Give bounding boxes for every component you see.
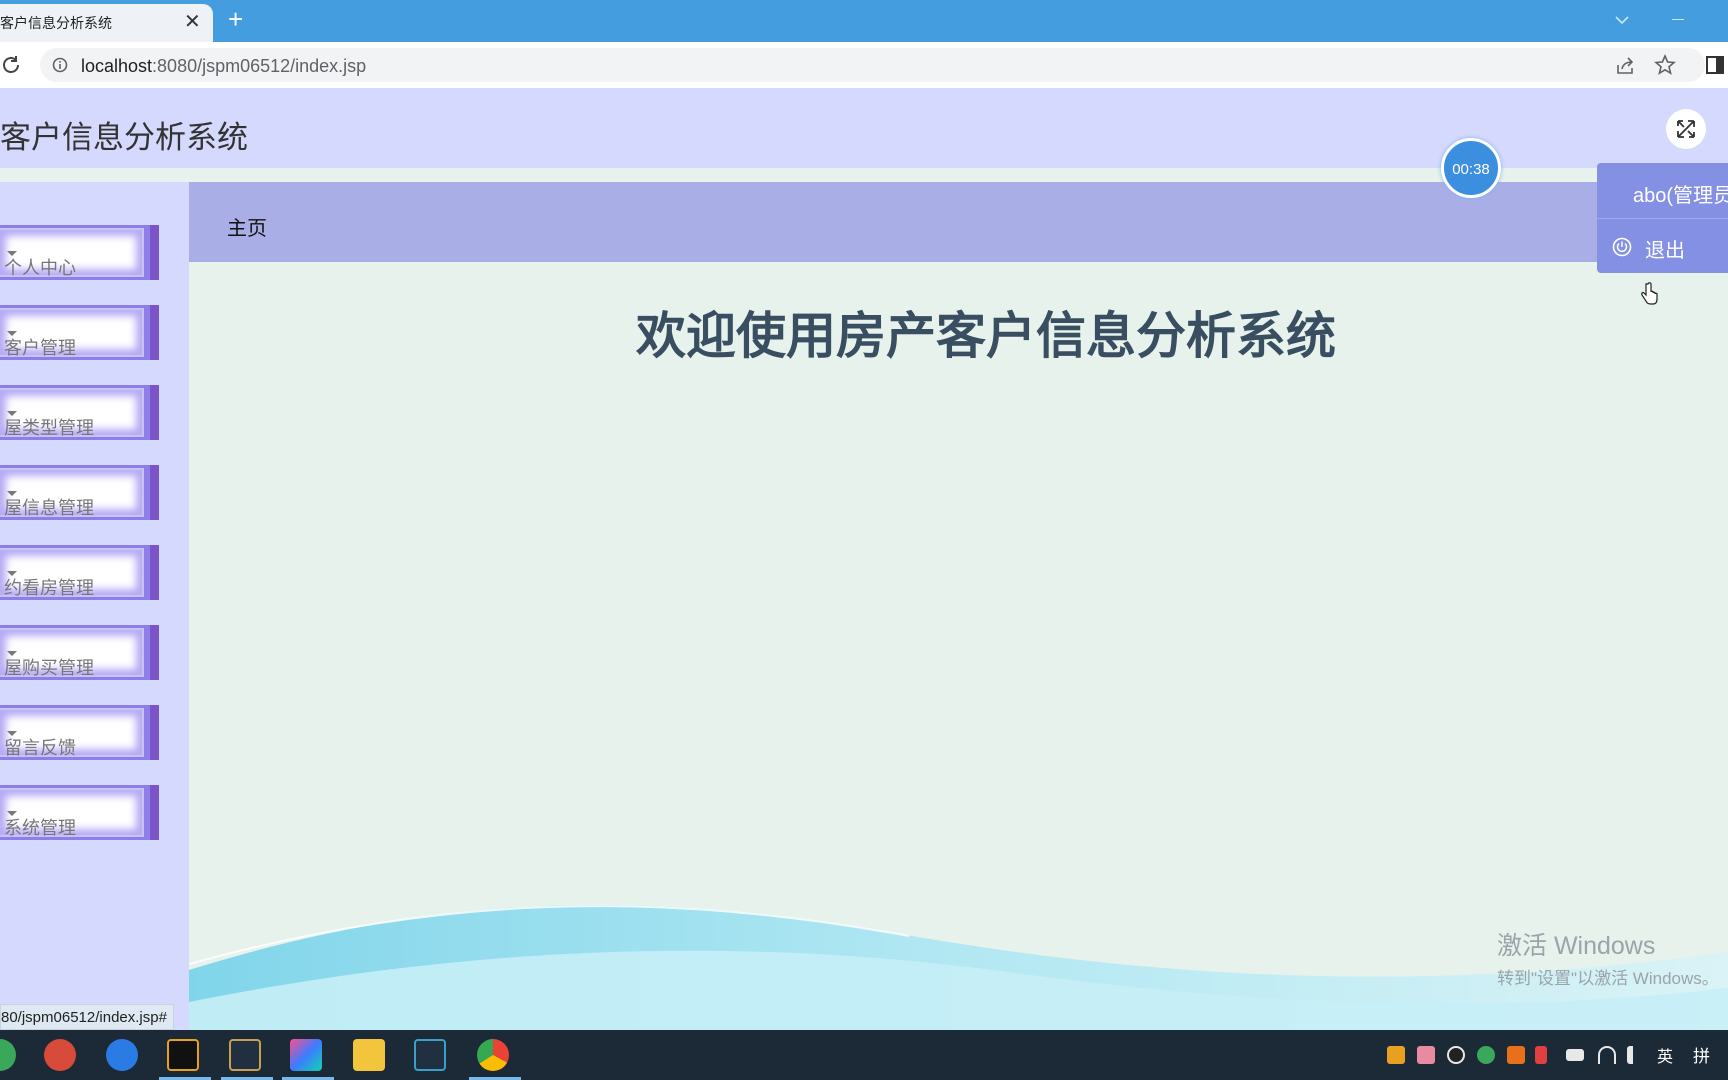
sidebar-item-label: 屋购买管理 [2,642,94,678]
intellij-app-icon[interactable] [290,1039,322,1071]
sidebar-item-label: 约看房管理 [2,562,94,598]
league-client-icon[interactable] [414,1039,446,1071]
fullscreen-button[interactable] [1666,109,1706,149]
main-content: 欢迎使用房产客户信息分析系统 [189,262,1728,1030]
sidebar-item-system[interactable]: 系统管理 [0,785,159,840]
side-panel-icon[interactable] [1706,56,1724,74]
welcome-heading: 欢迎使用房产客户信息分析系统 [636,308,1336,364]
feishu-app-icon[interactable] [106,1039,138,1071]
timer-text: 00:38 [1452,161,1490,178]
sidebar-item-label: 客户管理 [2,322,76,358]
tab-title: 客户信息分析系统 [0,15,112,31]
breadcrumb-home[interactable]: 主页 [227,212,267,241]
sidebar-item-customer[interactable]: 客户管理 [0,305,159,360]
sidebar-item-house-purchase[interactable]: 屋购买管理 [0,625,159,680]
sidebar-item-house-type[interactable]: 屋类型管理 [0,385,159,440]
new-tab-icon[interactable]: + [228,6,243,32]
sidebar-item-feedback[interactable]: 留言反馈 [0,705,159,760]
address-bar[interactable]: localhost:8080/jspm06512/index.jsp [40,48,1705,82]
taskbar: 英 拼 [0,1030,1728,1080]
volume-icon[interactable] [1627,1046,1641,1064]
bookmark-star-icon[interactable] [1654,54,1676,76]
league-app-icon[interactable] [229,1039,261,1071]
ime-mode[interactable]: 拼 [1693,1042,1710,1067]
user-name[interactable]: abo(管理员 [1633,179,1728,208]
sidebar-item-personal-center[interactable]: 个人中心 [0,225,159,280]
sidebar-item-label: 系统管理 [2,802,76,838]
chrome-app-icon[interactable] [477,1039,509,1071]
file-explorer-icon[interactable] [353,1039,385,1071]
user-dropdown: abo(管理员 退出 [1597,163,1728,273]
breadcrumb: 主页 [189,182,1728,262]
url-path: :8080/jspm06512/index.jsp [152,56,367,76]
sidebar-item-viewing-appointment[interactable]: 约看房管理 [0,545,159,600]
flower-tray-icon[interactable] [1417,1046,1435,1064]
g-tray-icon[interactable] [1387,1046,1405,1064]
g-app-icon[interactable] [167,1039,199,1071]
wechat-app-icon[interactable] [0,1039,16,1071]
notification-tray-icon[interactable] [1535,1046,1547,1064]
app-title: 客户信息分析系统 [0,120,248,155]
hand-cursor-icon [1641,282,1658,305]
power-icon [1612,237,1632,257]
game-app-icon[interactable] [44,1039,76,1071]
wifi-icon[interactable] [1598,1046,1616,1064]
qq-tray-icon[interactable] [1447,1046,1465,1064]
battery-icon[interactable] [1566,1049,1584,1061]
reload-icon[interactable] [0,54,22,76]
sidebar-item-label: 屋信息管理 [2,482,94,518]
url-host: localhost [81,56,153,76]
logout-label: 退出 [1645,240,1685,262]
logout-button[interactable]: 退出 [1597,219,1728,273]
browser-toolbar: localhost:8080/jspm06512/index.jsp [0,42,1728,88]
minimize-icon[interactable] [1672,19,1684,20]
status-bar-url: 80/jspm06512/index.jsp# [0,1004,174,1030]
url-text: localhost:8080/jspm06512/index.jsp [81,56,366,77]
tab-search-chevron-icon[interactable] [1612,10,1632,30]
sidebar: 个人中心 客户管理 屋类型管理 屋信息管理 约看房管理 屋购买管理 留言反馈 系… [0,182,189,1030]
wechat-tray-icon[interactable] [1477,1046,1495,1064]
sidebar-item-house-info[interactable]: 屋信息管理 [0,465,159,520]
input-language[interactable]: 英 [1657,1043,1673,1067]
browser-tab[interactable]: 客户信息分析系统 ✕ [0,4,213,42]
share-icon[interactable] [1615,56,1635,76]
windows-activation-watermark: 激活 Windows 转到"设置"以激活 Windows。 [1497,932,1719,988]
sidebar-item-label: 个人中心 [2,242,76,278]
browser-tabstrip: 客户信息分析系统 ✕ + [0,0,1728,42]
expand-icon [1677,120,1695,138]
sidebar-item-label: 屋类型管理 [2,402,94,438]
timer-badge[interactable]: 00:38 [1441,138,1501,198]
sidebar-item-label: 留言反馈 [2,722,76,758]
close-tab-icon[interactable]: ✕ [184,9,201,34]
orange-tray-icon[interactable] [1507,1046,1525,1064]
site-info-icon[interactable] [52,57,68,73]
